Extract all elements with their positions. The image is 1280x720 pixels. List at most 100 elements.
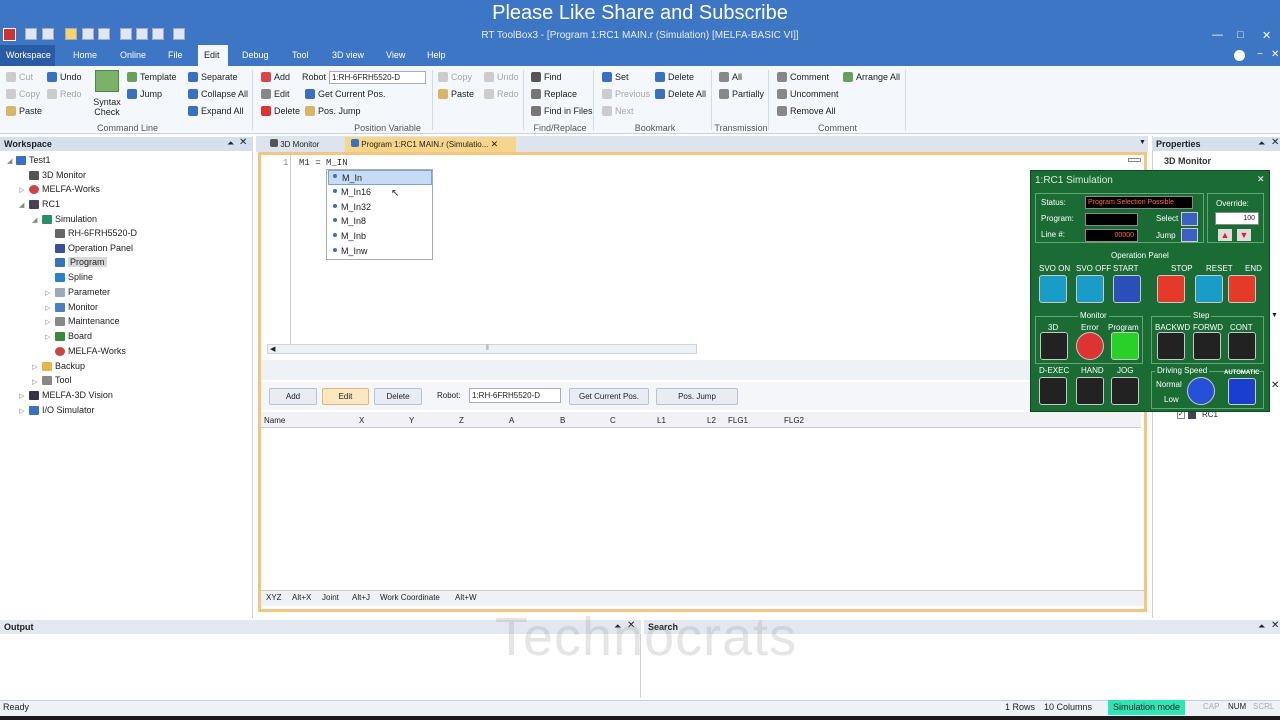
close-window-icon[interactable]: ✕ [1262, 29, 1271, 42]
column-x[interactable]: X [359, 416, 364, 425]
copy-button[interactable]: Copy [6, 89, 40, 99]
get-current-pos-button[interactable]: Get Current Pos. [305, 89, 386, 99]
redo-pos-button[interactable]: Redo [484, 89, 519, 99]
edit-button[interactable]: Edit [322, 388, 369, 405]
cut-button[interactable]: Cut [6, 72, 33, 82]
get-current-pos-button[interactable]: Get Current Pos. [569, 388, 649, 405]
paste-button[interactable]: Paste [6, 106, 42, 116]
remove-all-button[interactable]: Remove All [777, 106, 836, 116]
start-button[interactable] [1113, 275, 1141, 303]
bookmark-previous-button[interactable]: Previous [602, 89, 650, 99]
add-position-button[interactable]: Add [261, 72, 290, 82]
autocomplete-item[interactable]: M_Inb [328, 229, 432, 244]
column-flg2[interactable]: FLG2 [784, 416, 804, 425]
menu-workspace[interactable]: Workspace [0, 45, 55, 66]
column-l1[interactable]: L1 [657, 416, 666, 425]
robot-select[interactable]: 1:RH-6FRH5520-D [329, 71, 426, 84]
delete-button[interactable]: Delete [374, 388, 422, 405]
menu-view[interactable]: View [380, 45, 411, 66]
tree-item-parameter[interactable]: Parameter [55, 287, 110, 297]
tree-item-operation-panel[interactable]: Operation Panel [55, 243, 133, 253]
monitor-program-button[interactable] [1111, 332, 1139, 360]
select-program-icon[interactable] [1181, 212, 1198, 226]
monitor-error-button[interactable] [1076, 332, 1104, 360]
editor-splitter[interactable] [261, 360, 1144, 380]
scroll-down-icon[interactable]: ▼ [1271, 312, 1278, 319]
pin-icon[interactable]: ⏶ [1258, 621, 1265, 632]
step-forward-button[interactable] [1193, 332, 1221, 360]
tab-xyz-shortcut[interactable]: Alt+X [292, 593, 311, 602]
jog-button[interactable] [1111, 377, 1139, 405]
expand-all-button[interactable]: Expand All [188, 106, 244, 116]
find-in-files-button[interactable]: Find in Files [531, 106, 593, 116]
code-line[interactable]: M1 = M_IN [299, 158, 348, 168]
uncomment-button[interactable]: Uncomment [777, 89, 839, 99]
tab-3d-monitor[interactable]: 3D Monitor [264, 137, 326, 152]
tree-item-spline[interactable]: Spline [55, 272, 93, 282]
collapse-icon[interactable]: ◢ [7, 157, 12, 165]
svo-on-button[interactable] [1039, 275, 1067, 303]
tree-item-monitor[interactable]: Monitor [55, 302, 98, 312]
comment-button[interactable]: Comment [777, 72, 829, 82]
minimize-icon[interactable]: — [1212, 29, 1223, 41]
tree-item-melfa-works[interactable]: MELFA-Works [29, 184, 100, 194]
expand-icon[interactable]: ▷ [45, 289, 50, 297]
collapse-icon[interactable]: ◢ [32, 216, 37, 224]
autocomplete-item[interactable]: M_In16 [328, 185, 432, 200]
menu-edit[interactable]: Edit [198, 45, 228, 66]
tab-xyz[interactable]: XYZ [266, 593, 282, 602]
tree-item-rc1[interactable]: RC1 [29, 199, 60, 209]
edit-position-button[interactable]: Edit [261, 89, 290, 99]
syntax-check-icon[interactable] [95, 70, 119, 92]
pos-jump-button[interactable]: Pos. Jump [656, 388, 738, 405]
column-l2[interactable]: L2 [707, 416, 716, 425]
paste-pos-button[interactable]: Paste [438, 89, 474, 99]
tree-item-3d-monitor[interactable]: 3D Monitor [29, 170, 86, 180]
direct-exec-button[interactable] [1039, 377, 1067, 405]
bookmark-delete-all-button[interactable]: Delete All [655, 89, 706, 99]
reset-button[interactable] [1195, 275, 1223, 303]
menu-file[interactable]: File [162, 45, 189, 66]
redo-button[interactable]: Redo [47, 89, 82, 99]
bookmark-set-button[interactable]: Set [602, 72, 629, 82]
tab-work-coordinate-shortcut[interactable]: Alt+W [455, 593, 477, 602]
bookmark-next-button[interactable]: Next [602, 106, 634, 116]
tree-item-melfa-3d-vision[interactable]: MELFA-3D Vision [29, 390, 113, 400]
menu-online[interactable]: Online [114, 45, 152, 66]
monitor-3d-button[interactable] [1040, 332, 1068, 360]
tree-item-maintenance[interactable]: Maintenance [55, 316, 120, 326]
expand-icon[interactable]: ▷ [45, 304, 50, 312]
tab-joint[interactable]: Joint [322, 593, 339, 602]
ribbon-minimize-icon[interactable]: − [1257, 49, 1263, 60]
end-button[interactable] [1228, 275, 1256, 303]
undo-button[interactable]: Undo [47, 72, 82, 82]
transmission-partially-button[interactable]: Partially [719, 89, 764, 99]
transmission-all-button[interactable]: All [719, 72, 742, 82]
automatic-mode-button[interactable] [1228, 378, 1256, 405]
tree-item-robot[interactable]: RH-6FRH5520-D [55, 228, 137, 238]
editor-split-icon[interactable] [1128, 158, 1141, 162]
tree-item-melfa-works-2[interactable]: MELFA-Works [55, 346, 126, 356]
tree-item-board[interactable]: Board [55, 331, 92, 341]
column-y[interactable]: Y [409, 416, 414, 425]
tab-work-coordinate[interactable]: Work Coordinate [380, 593, 440, 602]
continue-button[interactable] [1228, 332, 1256, 360]
autocomplete-item[interactable]: M_Inw [328, 244, 432, 259]
arrange-all-button[interactable]: Arrange All [843, 72, 900, 82]
column-z[interactable]: Z [459, 416, 464, 425]
expand-icon[interactable]: ▷ [19, 407, 24, 415]
tree-item-io-simulator[interactable]: I/O Simulator [29, 405, 95, 415]
jump-button[interactable]: Jump [127, 89, 162, 99]
maximize-icon[interactable]: □ [1237, 29, 1244, 41]
close-workspace-icon[interactable]: ✕ [239, 137, 247, 148]
column-flg1[interactable]: FLG1 [728, 416, 748, 425]
find-button[interactable]: Find [531, 72, 562, 82]
expand-icon[interactable]: ▷ [32, 378, 37, 386]
collapse-icon[interactable]: ◢ [19, 201, 24, 209]
bookmark-delete-button[interactable]: Delete [655, 72, 694, 82]
autocomplete-item[interactable]: M_In32 [328, 200, 432, 215]
menu-debug[interactable]: Debug [236, 45, 275, 66]
robot-dropdown[interactable]: 1:RH-6FRH5520-D [469, 388, 561, 403]
syntax-check-button[interactable]: Syntax Check [88, 97, 126, 117]
close-search-icon[interactable]: ✕ [1271, 620, 1279, 631]
